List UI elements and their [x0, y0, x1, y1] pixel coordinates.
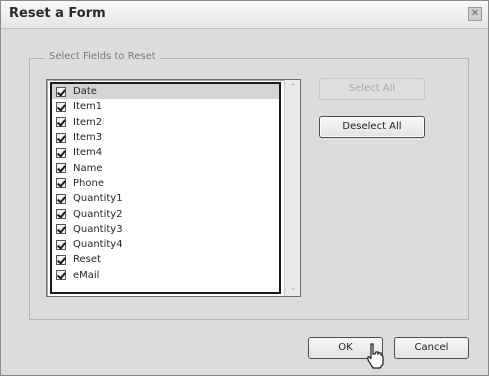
field-label: Phone [73, 177, 104, 189]
field-checkbox[interactable] [56, 193, 66, 204]
field-label: Quantity2 [73, 208, 123, 220]
field-list-item[interactable]: Date [52, 84, 279, 100]
field-checkbox[interactable] [56, 132, 66, 143]
field-label: Quantity4 [73, 239, 123, 251]
field-label: Quantity3 [73, 223, 123, 235]
list-scrollbar[interactable]: ⌃ ⌄ [284, 80, 300, 296]
field-checkbox[interactable] [56, 117, 66, 128]
field-list-item[interactable]: Item1 [52, 99, 279, 114]
field-label: Item1 [73, 101, 103, 113]
field-label: Reset [73, 254, 101, 266]
field-list-item[interactable]: eMail [52, 268, 279, 283]
field-checkbox[interactable] [56, 239, 66, 250]
field-list-item[interactable]: Quantity4 [52, 237, 279, 252]
field-checkbox[interactable] [56, 147, 66, 158]
field-list-item[interactable]: Quantity2 [52, 206, 279, 221]
field-checkbox[interactable] [56, 270, 66, 281]
field-checkbox[interactable] [56, 163, 66, 174]
field-list-item[interactable]: Item4 [52, 145, 279, 160]
field-checkbox[interactable] [56, 86, 66, 97]
field-list-item[interactable]: Quantity3 [52, 222, 279, 237]
field-label: Quantity1 [73, 193, 123, 205]
field-label: Item2 [73, 116, 103, 128]
field-list-item[interactable]: Phone [52, 176, 279, 191]
field-checkbox[interactable] [56, 254, 66, 265]
close-icon[interactable]: ✕ [468, 7, 482, 21]
field-checkbox[interactable] [56, 101, 66, 112]
select-all-button[interactable]: Select All [319, 78, 425, 100]
field-list-item[interactable]: Name [52, 160, 279, 175]
cancel-button[interactable]: Cancel [394, 337, 469, 359]
dialog-title: Reset a Form [9, 6, 106, 21]
field-label: Date [73, 86, 97, 98]
reset-form-dialog: Reset a Form ✕ Select Fields to Reset Da… [0, 0, 489, 376]
field-checkbox[interactable] [56, 178, 66, 189]
field-label: Item4 [73, 147, 103, 159]
field-checkbox[interactable] [56, 209, 66, 220]
field-list-item[interactable]: Item2 [52, 115, 279, 130]
field-label: eMail [73, 269, 100, 281]
group-legend: Select Fields to Reset [45, 51, 160, 62]
field-label: Item3 [73, 132, 103, 144]
deselect-all-button[interactable]: Deselect All [319, 116, 425, 138]
ok-button[interactable]: OK [308, 337, 383, 359]
fields-list-focus-frame: Date Item1 Item2 Item3 Item4 Name Phone Quantit… [50, 82, 281, 294]
title-bar: Reset a Form ✕ [1, 1, 488, 29]
scroll-up-icon[interactable]: ⌃ [285, 80, 300, 96]
field-list-item[interactable]: Item3 [52, 130, 279, 145]
scroll-down-icon[interactable]: ⌄ [285, 280, 300, 296]
field-list-item[interactable]: Quantity1 [52, 191, 279, 206]
field-label: Name [73, 162, 103, 174]
field-list-item[interactable]: Reset [52, 252, 279, 267]
fields-listbox[interactable]: Date Item1 Item2 Item3 Item4 Name Phone Quantit… [46, 79, 301, 297]
field-checkbox[interactable] [56, 224, 66, 235]
